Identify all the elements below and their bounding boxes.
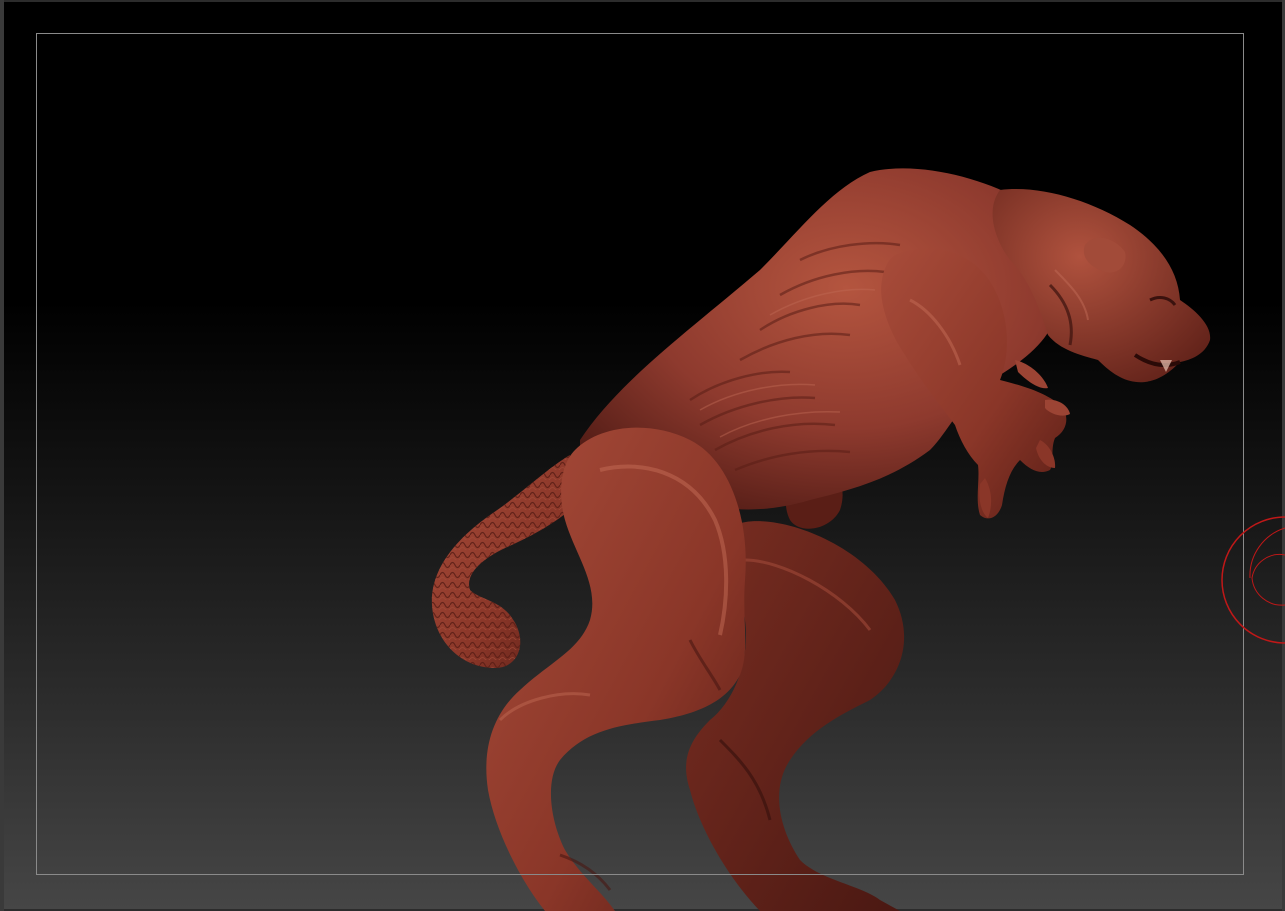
- sculpt-viewport[interactable]: [0, 0, 1285, 911]
- sculpted-creature-model[interactable]: [0, 0, 1285, 911]
- creature-tail: [431, 455, 575, 668]
